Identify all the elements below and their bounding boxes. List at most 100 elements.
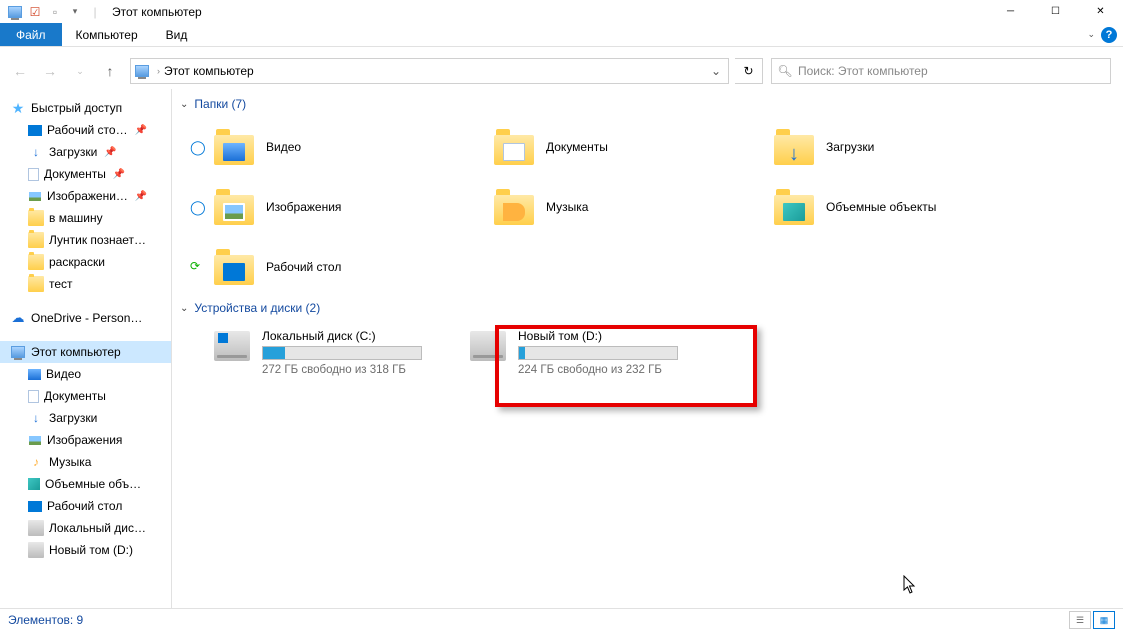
tree-label: Документы <box>44 167 106 181</box>
drive-name: Новый том (D:) <box>518 329 678 343</box>
close-button[interactable]: ✕ <box>1078 0 1123 23</box>
quick-access-toolbar: ☑ ▫ ▾ | <box>0 3 104 21</box>
downloads-icon: ↓ <box>28 144 44 160</box>
folder-icon <box>28 254 44 270</box>
tree-this-pc[interactable]: Этот компьютер <box>0 341 171 363</box>
drive-d[interactable]: Новый том (D:) 224 ГБ свободно из 232 ГБ <box>436 321 686 384</box>
drive-icon <box>28 542 44 558</box>
folder-icon <box>28 232 44 248</box>
group-header-folders[interactable]: ⌄ Папки (7) <box>180 93 1115 117</box>
tab-computer[interactable]: Компьютер <box>62 23 152 46</box>
tree-item-folder[interactable]: тест <box>0 273 171 295</box>
forward-button[interactable]: → <box>36 59 64 83</box>
tree-item-drive-d[interactable]: Новый том (D:) <box>0 539 171 561</box>
folder-label: Документы <box>546 140 608 154</box>
folder-downloads[interactable]: ↓ Загрузки <box>740 117 1020 177</box>
help-icon[interactable]: ? <box>1101 27 1117 43</box>
tree-item-pictures[interactable]: Изображения <box>0 429 171 451</box>
qat-separator: | <box>86 3 104 21</box>
tree-item-folder[interactable]: в машину <box>0 207 171 229</box>
up-button[interactable]: ↑ <box>96 59 124 83</box>
group-title: Папки (7) <box>194 97 246 111</box>
tree-item-folder[interactable]: Лунтик познает… <box>0 229 171 251</box>
video-icon <box>28 369 41 380</box>
tree-item-documents[interactable]: Документы <box>0 385 171 407</box>
search-icon: 🔍︎ <box>772 64 798 78</box>
star-icon: ★ <box>10 100 26 116</box>
drive-usage-bar <box>262 346 422 360</box>
tree-label: Видео <box>46 367 81 381</box>
folder-videos[interactable]: ◯ Видео <box>180 117 460 177</box>
tree-onedrive[interactable]: ☁OneDrive - Person… <box>0 307 171 329</box>
tree-label: Быстрый доступ <box>31 101 122 115</box>
refresh-button[interactable]: ↻ <box>735 58 763 84</box>
monitor-icon <box>10 344 26 360</box>
downloads-icon: ↓ <box>28 410 44 426</box>
tree-item-videos[interactable]: Видео <box>0 363 171 385</box>
folder-documents[interactable]: Документы <box>460 117 740 177</box>
tree-item-desktop[interactable]: Рабочий сто…📌 <box>0 119 171 141</box>
tree-label: раскраски <box>49 255 105 269</box>
minimize-button[interactable]: ─ <box>988 0 1033 23</box>
folder-pictures[interactable]: ◯ Изображения <box>180 177 460 237</box>
folder-desktop[interactable]: ⟳ Рабочий стол <box>180 237 460 297</box>
tree-label: Изображени… <box>47 189 128 203</box>
qat-dropdown-icon[interactable]: ▾ <box>66 3 84 21</box>
cloud-icon: ☁ <box>10 310 26 326</box>
breadcrumb-separator[interactable]: › <box>153 66 164 76</box>
ribbon-expand-icon[interactable]: ⌄ <box>1087 29 1095 40</box>
back-button[interactable]: ← <box>6 59 34 83</box>
cloud-status-icon: ◯ <box>190 199 206 216</box>
view-details-button[interactable]: ☰ <box>1069 611 1091 629</box>
tree-item-pictures[interactable]: Изображени…📌 <box>0 185 171 207</box>
system-icon[interactable] <box>6 3 24 21</box>
pin-icon: 📌 <box>104 147 116 158</box>
tab-view[interactable]: Вид <box>152 23 202 46</box>
desktop-icon <box>28 501 42 512</box>
titlebar: ☑ ▫ ▾ | Этот компьютер ─ ☐ ✕ <box>0 0 1123 23</box>
documents-icon <box>28 168 39 181</box>
tree-item-documents[interactable]: Документы📌 <box>0 163 171 185</box>
tree-item-drive-c[interactable]: Локальный дис… <box>0 517 171 539</box>
tree-quick-access[interactable]: ★ Быстрый доступ <box>0 97 171 119</box>
folder-label: Видео <box>266 140 301 154</box>
folder-music[interactable]: Музыка <box>460 177 740 237</box>
folder-icon <box>214 249 254 285</box>
qat-properties-icon[interactable]: ☑ <box>26 3 44 21</box>
tree-item-3d[interactable]: Объемные объ… <box>0 473 171 495</box>
search-box[interactable]: 🔍︎ Поиск: Этот компьютер <box>771 58 1111 84</box>
address-dropdown-icon[interactable]: ⌄ <box>704 64 728 78</box>
address-bar[interactable]: › Этот компьютер ⌄ <box>130 58 729 84</box>
view-tiles-button[interactable]: ▦ <box>1093 611 1115 629</box>
tree-item-music[interactable]: ♪Музыка <box>0 451 171 473</box>
drive-usage-bar <box>518 346 678 360</box>
maximize-button[interactable]: ☐ <box>1033 0 1078 23</box>
tree-item-downloads[interactable]: ↓ Загрузки <box>0 407 171 429</box>
tree-label: Этот компьютер <box>31 345 121 359</box>
drive-c[interactable]: Локальный диск (C:) 272 ГБ свободно из 3… <box>180 321 430 384</box>
folder-icon <box>774 189 814 225</box>
sync-status-icon: ⟳ <box>190 259 200 273</box>
pictures-icon <box>28 435 42 446</box>
recent-dropdown[interactable]: ⌄ <box>66 59 94 83</box>
folder-label: Рабочий стол <box>266 260 341 274</box>
tree-item-desktop[interactable]: Рабочий стол <box>0 495 171 517</box>
drive-free-text: 272 ГБ свободно из 318 ГБ <box>262 364 422 376</box>
file-tab[interactable]: Файл <box>0 23 62 46</box>
folder-3d-objects[interactable]: Объемные объекты <box>740 177 1020 237</box>
group-header-drives[interactable]: ⌄ Устройства и диски (2) <box>180 297 1115 321</box>
qat-new-icon[interactable]: ▫ <box>46 3 64 21</box>
folder-icon <box>214 189 254 225</box>
tree-item-downloads[interactable]: ↓Загрузки📌 <box>0 141 171 163</box>
folder-icon <box>28 210 44 226</box>
search-placeholder: Поиск: Этот компьютер <box>798 64 928 78</box>
tree-label: Изображения <box>47 433 122 447</box>
cloud-status-icon: ◯ <box>190 139 206 156</box>
tree-label: Документы <box>44 389 106 403</box>
tree-label: Загрузки <box>49 411 97 425</box>
tree-label: Локальный дис… <box>49 521 146 535</box>
breadcrumb-thispc[interactable]: Этот компьютер <box>164 64 704 78</box>
window-title: Этот компьютер <box>112 5 202 19</box>
folder-label: Объемные объекты <box>826 200 936 214</box>
tree-item-folder[interactable]: раскраски <box>0 251 171 273</box>
